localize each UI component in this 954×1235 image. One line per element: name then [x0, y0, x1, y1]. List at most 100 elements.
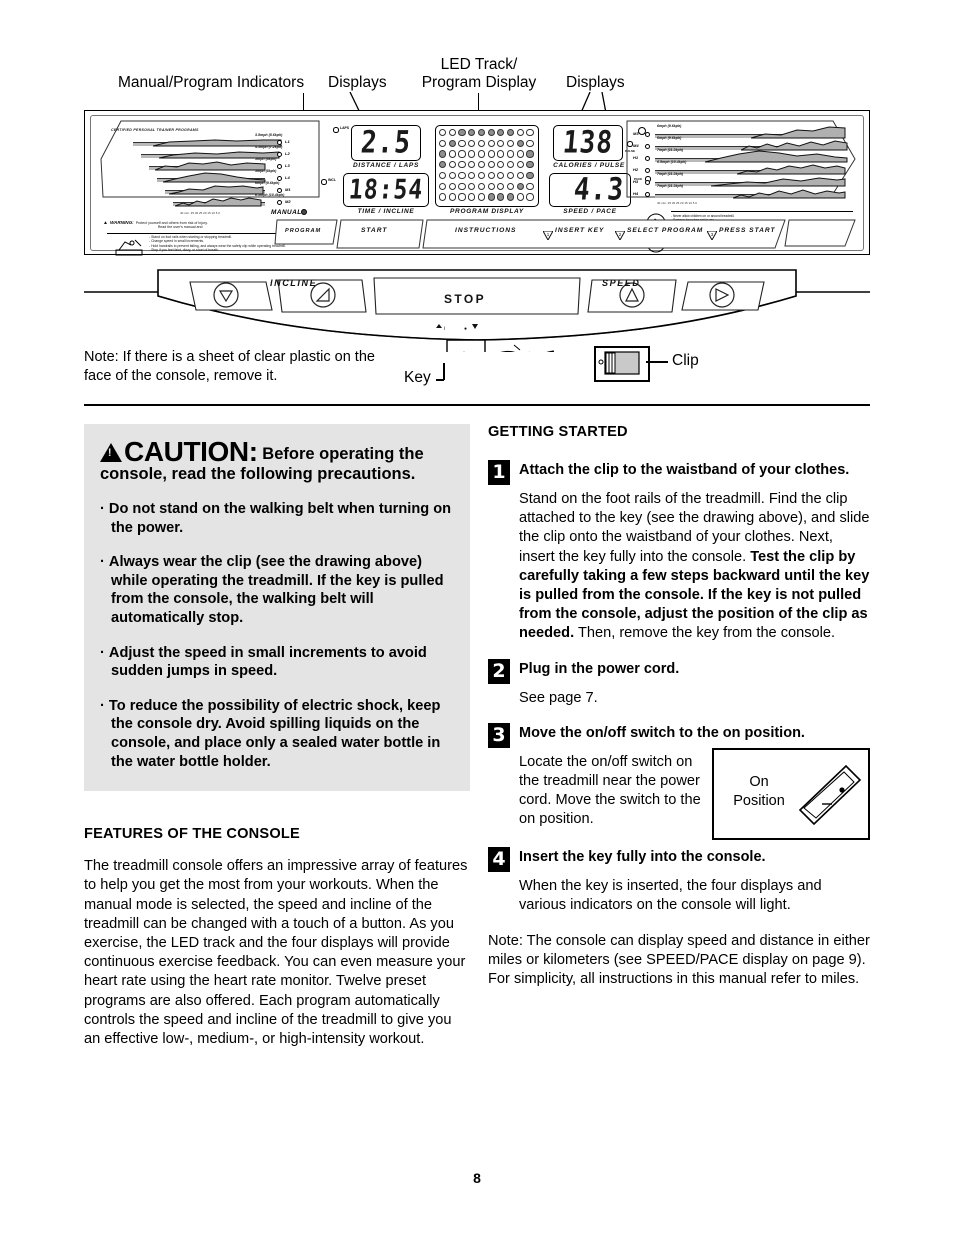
led-dot: [439, 129, 447, 137]
indicator-led-H2: [645, 168, 650, 173]
display-time-caption: TIME / INCLINE: [357, 208, 415, 215]
indicator-led-L2: [277, 152, 282, 157]
button-insert-key[interactable]: INSERT KEY: [555, 227, 604, 234]
indicator-led-M2: [277, 200, 282, 205]
display-distance: 2.5: [351, 125, 421, 161]
button-press-start[interactable]: PRESS START: [719, 227, 776, 234]
manual-indicator-led: [301, 209, 307, 215]
indicator-label-H4: H4: [633, 191, 639, 196]
led-dot: [439, 171, 447, 180]
indicator-label-M2: M2: [285, 199, 291, 204]
step-3: 3 Move the on/off switch to the on posit…: [488, 722, 870, 840]
led-dot: [448, 161, 456, 169]
led-dot: [487, 182, 495, 190]
note-clear-plastic: Note: If there is a sheet of clear plast…: [84, 349, 375, 384]
caution-lead2: console, read the following precautions.: [100, 465, 416, 483]
led-dot: [468, 182, 476, 190]
svg-text:2: 2: [619, 232, 622, 237]
callout-manual-program-indicators: Manual/Program Indicators: [118, 74, 305, 91]
led-dot: [497, 129, 505, 137]
button-program[interactable]: PROGRAM: [285, 228, 321, 234]
program-spec: 7mph (11.2kph): [657, 148, 684, 152]
indicator-led-H1: [645, 156, 650, 161]
svg-text:i: i: [444, 326, 445, 332]
handrail-drawing: i ● INCLINE STOP SPEED: [84, 262, 870, 364]
led-dot: [439, 139, 447, 147]
led-dot: [506, 139, 515, 147]
warning-triangle-icon: [100, 443, 122, 462]
indicator-label-L2: L2: [285, 151, 290, 156]
led-dot: [448, 139, 456, 147]
leader-line-key-vertical: [443, 363, 445, 380]
led-dot: [506, 161, 515, 169]
caution-word: CAUTION: [124, 436, 249, 467]
indicator-label-H2: H2: [633, 167, 639, 172]
indicator-led-M3: [645, 132, 650, 137]
led-dot: [516, 150, 524, 158]
callout-led-track-line1: LED Track/: [440, 56, 518, 73]
on-position-figure: On Position: [712, 747, 870, 840]
step-2-number: 2: [488, 658, 510, 684]
caution-lead: Before operating the: [262, 445, 424, 463]
clip-figure: [594, 346, 650, 382]
features-paragraph: The treadmill console offers an impressi…: [84, 858, 468, 1047]
display-calories-value: 138: [561, 125, 615, 161]
laps-indicator-label: LAPS: [340, 126, 350, 130]
program-spec: 7mph (11.2kph): [657, 184, 684, 188]
display-calories: 138: [553, 125, 623, 161]
incline-indicator-led: [321, 179, 327, 185]
indicator-led-H3: [645, 180, 650, 185]
led-dot: [526, 193, 534, 201]
getting-started-heading: GETTING STARTED: [488, 424, 628, 440]
getting-started-note: Note: The console can display speed and …: [488, 933, 870, 988]
led-dot: [439, 150, 447, 158]
led-dot: [477, 139, 486, 147]
rail-label-speed: SPEED: [602, 278, 641, 288]
led-dot: [506, 182, 515, 190]
led-dot: [477, 129, 486, 137]
led-track-matrix: [435, 125, 539, 207]
led-dot: [526, 139, 534, 147]
right-axis-ticks: 40 min. 35 30 25 20 15 10 5 0: [657, 201, 697, 205]
caution-heading: CAUTION: Before operating the console, r…: [100, 438, 454, 484]
led-dot: [477, 182, 486, 190]
led-dot: [506, 150, 515, 158]
led-dot: [458, 171, 466, 180]
on-position-label-line1: On: [749, 773, 769, 790]
leader-line-clip: [646, 361, 668, 363]
led-dot: [448, 129, 456, 137]
display-calories-caption: CALORIES / PULSE: [553, 162, 625, 169]
led-dot: [468, 139, 476, 147]
led-dot: [516, 182, 524, 190]
program-row: H4 7mph (11.2kph): [633, 184, 846, 201]
led-dot: [468, 150, 476, 158]
display-distance-caption: DISTANCE / LAPS: [353, 162, 419, 169]
label-clip: Clip: [672, 352, 699, 369]
indicator-label-M4: M4: [633, 143, 639, 148]
button-select-program[interactable]: SELECT PROGRAM: [627, 227, 703, 234]
led-dot: [468, 171, 476, 180]
step-4: 4 Insert the key fully into the console.…: [488, 846, 870, 915]
laps-indicator-led: [333, 127, 339, 133]
led-dot: [516, 139, 524, 147]
button-start[interactable]: START: [361, 227, 387, 234]
button-instructions[interactable]: INSTRUCTIONS: [455, 227, 516, 234]
callout-displays-left: Displays: [328, 74, 387, 91]
program-spec: 7mph (11.2kph): [657, 172, 684, 176]
step-3-body: Locate the on/off switch on the treadmil…: [519, 753, 701, 828]
on-position-label: On Position: [728, 773, 790, 811]
indicator-label-H1: H1: [633, 155, 639, 160]
left-column: CAUTION: Before operating the console, r…: [84, 424, 470, 1049]
rail-button-stop[interactable]: STOP: [444, 292, 486, 306]
led-dot: [516, 193, 524, 201]
step-3-number: 3: [488, 722, 510, 748]
led-dot: [487, 150, 495, 158]
svg-text:●: ●: [464, 326, 467, 332]
handrail-outline: i ●: [84, 269, 870, 364]
led-dot: [506, 171, 515, 180]
indicator-led-L3: [277, 164, 282, 169]
step-1: 1 Attach the clip to the waistband of yo…: [488, 460, 870, 644]
led-dot: [516, 129, 524, 137]
step-1-number: 1: [488, 460, 510, 485]
caution-item: · Always wear the clip (see the drawing …: [100, 554, 444, 626]
